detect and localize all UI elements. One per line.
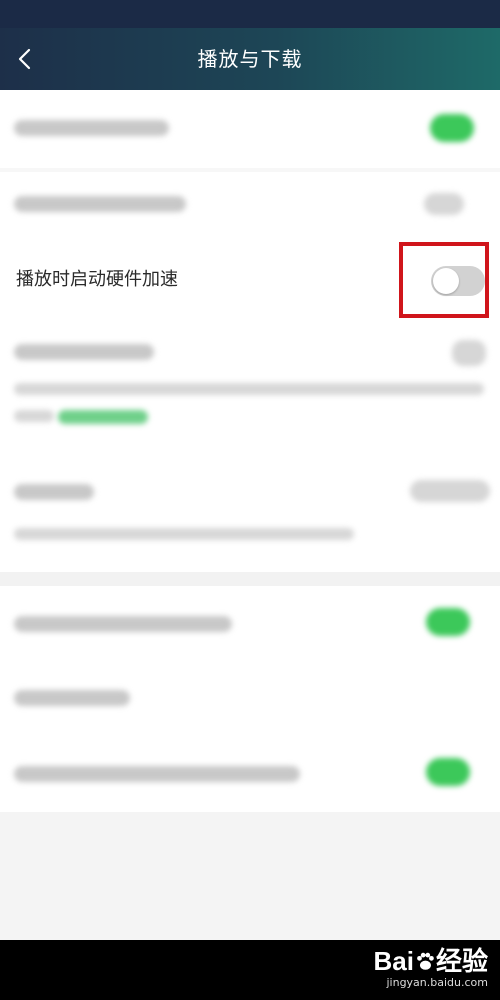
hardware-acceleration-label: 播放时启动硬件加速 xyxy=(16,269,178,290)
blurred-value xyxy=(410,480,490,502)
toggle-switch-on[interactable] xyxy=(430,114,474,142)
page-title: 播放与下载 xyxy=(197,47,303,71)
blurred-link[interactable] xyxy=(58,410,148,424)
watermark-brand-prefix: Bai xyxy=(373,946,414,976)
blurred-label xyxy=(14,120,169,136)
blurred-description xyxy=(14,528,354,540)
blurred-toggle[interactable] xyxy=(452,340,486,366)
blurred-description xyxy=(14,410,54,422)
baidu-jingyan-watermark: Bai 经验 jingyan.baidu.com xyxy=(374,946,488,990)
paw-icon xyxy=(417,952,434,970)
watermark-brand: Bai 经验 xyxy=(374,946,488,976)
highlight-annotation-box xyxy=(399,242,489,318)
blurred-label xyxy=(14,344,154,360)
settings-list: 播放时启动硬件加速 xyxy=(0,90,500,812)
toggle-switch-on[interactable] xyxy=(426,608,470,636)
blurred-value xyxy=(424,193,464,215)
divider xyxy=(0,168,500,172)
watermark-brand-suffix: 经验 xyxy=(435,946,488,976)
blurred-label xyxy=(14,616,232,632)
blurred-description xyxy=(14,383,484,395)
blurred-label xyxy=(14,766,300,782)
blurred-label xyxy=(14,196,186,212)
watermark-url: jingyan.baidu.com xyxy=(386,976,488,989)
blurred-label xyxy=(14,484,94,500)
blurred-label xyxy=(14,690,130,706)
section-divider xyxy=(0,572,500,586)
status-bar xyxy=(0,0,500,28)
toggle-switch-on[interactable] xyxy=(426,758,470,786)
app-header: 播放与下载 xyxy=(0,28,500,90)
